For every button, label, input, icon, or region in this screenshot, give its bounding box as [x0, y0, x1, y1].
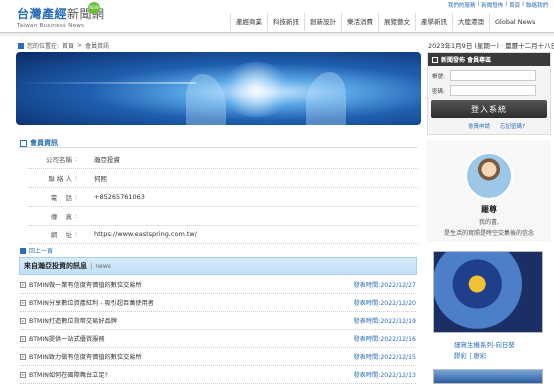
nav-item-china[interactable]: 大陸港澳 — [452, 13, 489, 31]
bullet-arrow-icon — [20, 299, 26, 306]
hero-banner — [16, 52, 421, 125]
nav-item-business[interactable]: 產經商業 — [230, 13, 267, 31]
news-item[interactable]: BTMIN做一業有信度有價值的數位交易所 發表時間:2022/12/27 — [20, 276, 416, 294]
author-profile: 羅尊 我的書, 是生活的寫照是時空交集後的信念 — [427, 140, 551, 242]
nav-item-design[interactable]: 創新設計 — [304, 13, 341, 31]
bullet-arrow-icon — [20, 281, 26, 288]
account-row: 帳號: — [432, 70, 536, 81]
artwork-image[interactable] — [433, 251, 543, 333]
current-date: 2023年1月9日 (星期一) · 農曆十二月十八日 — [428, 42, 554, 50]
panel-icon — [432, 56, 438, 63]
info-row-fax: 傳 真 : — [28, 207, 418, 226]
toplink-contact[interactable]: 聯絡我們 — [526, 1, 548, 9]
toplink-services[interactable]: 我們的服務 — [448, 1, 476, 9]
info-icon — [20, 139, 27, 147]
breadcrumb-prefix: 您的位置在: — [27, 43, 60, 50]
toplink-release[interactable]: 新聞發佈 — [481, 1, 503, 9]
info-row-contact: 聯 絡 人 : 何熙 — [28, 169, 418, 188]
logo-subtitle: Taiwan Business News — [17, 23, 85, 29]
login-panel: 新聞發佈 會員專區 帳號: 密碼: 登入系統 會員申請 忘記密碼? — [427, 52, 551, 135]
nav-item-academia[interactable]: 產學新訊 — [415, 13, 452, 31]
news-item[interactable]: BTMIN致力做有信度有價值的數位交易所 發表時間:2022/12/15 — [20, 348, 416, 366]
back-link[interactable]: 回上一頁 — [20, 246, 53, 255]
info-row-phone: 電 話 : +85265761063 — [28, 188, 418, 207]
news-item[interactable]: BTMIN如何在國際舞台立足? 發表時間:2022/12/13 — [20, 366, 416, 384]
nav-divider — [0, 32, 554, 38]
nav-item-exhibition[interactable]: 展覽藝文 — [378, 13, 415, 31]
avatar[interactable] — [465, 152, 513, 200]
breadcrumb-current: 會員資訊 — [85, 43, 110, 50]
main-nav: 產經商業 科技新訊 創新設計 樂活消費 展覽藝文 產學新訊 大陸港澳 Globa… — [230, 13, 540, 31]
bullet-arrow-icon — [20, 317, 26, 324]
profile-quote-2: 是生活的寫照是時空交集後的信念 — [443, 230, 534, 237]
back-arrow-icon — [20, 247, 26, 254]
nav-item-lifestyle[interactable]: 樂活消費 — [341, 13, 378, 31]
bullet-arrow-icon — [20, 371, 26, 378]
location-icon — [18, 42, 24, 49]
toplink-home[interactable]: 首頁 — [509, 1, 520, 9]
news-item[interactable]: BTMIN打造數位貨幣交易好品牌 發表時間:2022/12/19 — [20, 312, 416, 330]
news-header: 來自瀚亞投資的訊息 | news — [19, 257, 417, 275]
account-input[interactable] — [450, 70, 536, 81]
nav-item-tech[interactable]: 科技新訊 — [267, 13, 304, 31]
site-header: 台灣產經新聞網 Taiwan Business News NEW 我們的服務 |… — [0, 0, 554, 38]
forgot-password-link[interactable]: 忘記密碼? — [500, 122, 525, 130]
profile-name[interactable]: 羅尊 — [427, 204, 551, 215]
breadcrumb-home[interactable]: 首頁 — [62, 41, 74, 50]
info-row-company: 公司名稱 : 瀚亞投資 — [28, 150, 418, 169]
nav-item-global[interactable]: Global News — [489, 13, 540, 31]
profile-quote-1: 我的書, — [479, 219, 499, 226]
register-link[interactable]: 會員申請 — [468, 122, 490, 130]
login-button[interactable]: 登入系統 — [431, 100, 547, 118]
password-input[interactable] — [450, 85, 536, 96]
bullet-arrow-icon — [20, 353, 26, 360]
bullet-arrow-icon — [20, 335, 26, 342]
artwork-image-2[interactable] — [433, 369, 543, 384]
login-links: 會員申請 忘記密碼? — [468, 122, 525, 130]
artwork-subtitle: 膠彩 | 廖彩 — [454, 352, 487, 360]
info-row-website: 網 址 : https://www.eastspring.com.tw/ — [28, 225, 418, 244]
login-tab[interactable]: 新聞發佈 會員專區 — [428, 53, 550, 66]
globe-image — [221, 62, 291, 117]
new-badge: NEW — [88, 2, 100, 14]
artwork-title[interactable]: 細寫生機系列-向日葵 — [454, 339, 515, 349]
news-item[interactable]: BTMIN提供一站式優質服務 發表時間:2022/12/16 — [20, 330, 416, 348]
website-link[interactable]: https://www.eastspring.com.tw/ — [80, 230, 197, 238]
top-links: 我們的服務 | 新聞發佈 | 首頁 | 聯絡我們 — [447, 1, 548, 9]
password-row: 密碼: — [432, 85, 536, 96]
breadcrumb: 您的位置在: 首頁 > 會員資訊 — [18, 41, 109, 50]
news-item[interactable]: BTMIN分享數位資產紅利 - 吸引超百萬使用者 發表時間:2022/12/20 — [20, 294, 416, 312]
